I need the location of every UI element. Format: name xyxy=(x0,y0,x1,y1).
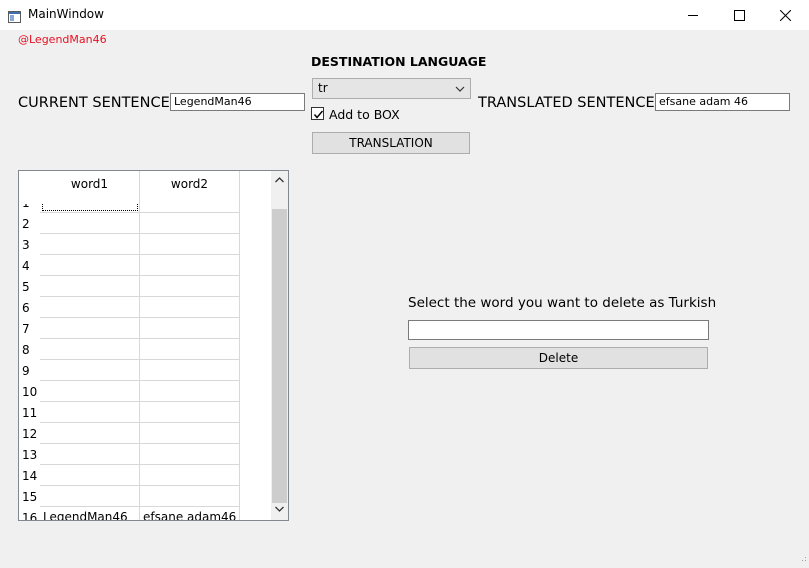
row-number[interactable]: 7 xyxy=(19,322,40,336)
table-cell-word1[interactable] xyxy=(40,444,140,465)
table-cell-word1[interactable] xyxy=(40,402,140,423)
table-cell-word2[interactable] xyxy=(140,486,240,507)
translated-sentence-output[interactable]: efsane adam 46 xyxy=(655,93,790,111)
scroll-up-icon xyxy=(275,177,284,183)
table-cell-word2[interactable] xyxy=(140,255,240,276)
row-number[interactable]: 3 xyxy=(19,238,40,252)
window-icon xyxy=(8,8,21,23)
language-select-value: tr xyxy=(318,81,328,95)
table-cell-word2[interactable] xyxy=(140,444,240,465)
scrollbar-thumb[interactable] xyxy=(272,209,287,503)
chevron-down-icon xyxy=(455,83,465,97)
table-cell-word2[interactable] xyxy=(140,234,240,255)
row-number[interactable]: 16 xyxy=(19,511,40,520)
row-number[interactable]: 12 xyxy=(19,427,40,441)
table-cell-word1[interactable] xyxy=(40,423,140,444)
table-cell-word2[interactable] xyxy=(140,297,240,318)
table-cell-word1[interactable] xyxy=(40,486,140,507)
table-cell-word1[interactable] xyxy=(40,318,140,339)
table-cell-word1[interactable] xyxy=(40,339,140,360)
credit-label: @LegendMan46 xyxy=(18,33,107,46)
table-cell-word2[interactable] xyxy=(140,213,240,234)
language-select[interactable]: tr xyxy=(312,78,471,99)
minimize-icon xyxy=(687,14,698,16)
row-number[interactable]: 6 xyxy=(19,301,40,315)
delete-word-input[interactable] xyxy=(408,320,709,340)
row-number[interactable]: 9 xyxy=(19,364,40,378)
title-bar: MainWindow xyxy=(0,0,809,30)
row-number[interactable]: 15 xyxy=(19,490,40,504)
close-button[interactable] xyxy=(762,0,808,30)
destination-language-heading: DESTINATION LANGUAGE xyxy=(311,54,487,69)
table-cell-word2[interactable] xyxy=(140,318,240,339)
column-header-word1[interactable]: word1 xyxy=(40,171,140,204)
table-cell-word1[interactable] xyxy=(40,297,140,318)
table-cell-word2[interactable] xyxy=(140,360,240,381)
row-number[interactable]: 11 xyxy=(19,406,40,420)
column-header-word2[interactable]: word2 xyxy=(140,171,240,204)
word-table[interactable]: word1 word2 12345678910111213141516Legen… xyxy=(18,170,289,521)
row-number[interactable]: 13 xyxy=(19,448,40,462)
table-cell-word1[interactable] xyxy=(40,255,140,276)
current-sentence-label: CURRENT SENTENCE : xyxy=(18,95,180,111)
table-cell-word2[interactable] xyxy=(140,465,240,486)
maximize-icon xyxy=(733,9,745,21)
scroll-down-icon xyxy=(275,506,284,512)
delete-button[interactable]: Delete xyxy=(409,347,708,369)
window-title: MainWindow xyxy=(28,7,104,21)
minimize-button[interactable] xyxy=(670,0,716,30)
table-vertical-scrollbar[interactable] xyxy=(271,171,288,520)
table-cell-word1[interactable] xyxy=(40,234,140,255)
row-number[interactable]: 14 xyxy=(19,469,40,483)
table-cell-word1[interactable] xyxy=(40,360,140,381)
maximize-button[interactable] xyxy=(716,0,762,30)
add-to-box-checkbox[interactable] xyxy=(311,107,324,120)
add-to-box-label: Add to BOX xyxy=(329,107,400,122)
row-number[interactable]: 10 xyxy=(19,385,40,399)
delete-prompt-label: Select the word you want to delete as Tu… xyxy=(408,295,717,311)
close-icon xyxy=(779,9,791,21)
table-cell-word2[interactable] xyxy=(140,381,240,402)
row-number[interactable]: 2 xyxy=(19,217,40,231)
table-cell-word1[interactable]: LegendMan46 xyxy=(40,507,140,520)
table-corner xyxy=(19,171,40,204)
row-number[interactable]: 8 xyxy=(19,343,40,357)
table-cell-word2[interactable] xyxy=(140,423,240,444)
table-cell-word2[interactable] xyxy=(140,402,240,423)
table-cell-word1[interactable] xyxy=(40,213,140,234)
table-cell-word1[interactable] xyxy=(40,381,140,402)
size-grip-icon[interactable] xyxy=(799,547,807,566)
row-number[interactable]: 4 xyxy=(19,259,40,273)
table-cell-word2[interactable] xyxy=(140,276,240,297)
table-cell-word2[interactable]: efsane adam46 xyxy=(140,507,240,520)
translation-button[interactable]: TRANSLATION xyxy=(312,132,470,154)
table-cell-word1[interactable] xyxy=(40,465,140,486)
table-cell-word2[interactable] xyxy=(140,339,240,360)
row-number[interactable]: 5 xyxy=(19,280,40,294)
translated-sentence-label: TRANSLATED SENTENCE : xyxy=(478,95,665,111)
table-cell-word1[interactable] xyxy=(40,276,140,297)
current-sentence-input[interactable]: LegendMan46 xyxy=(170,93,305,111)
checkmark-icon xyxy=(313,110,324,119)
